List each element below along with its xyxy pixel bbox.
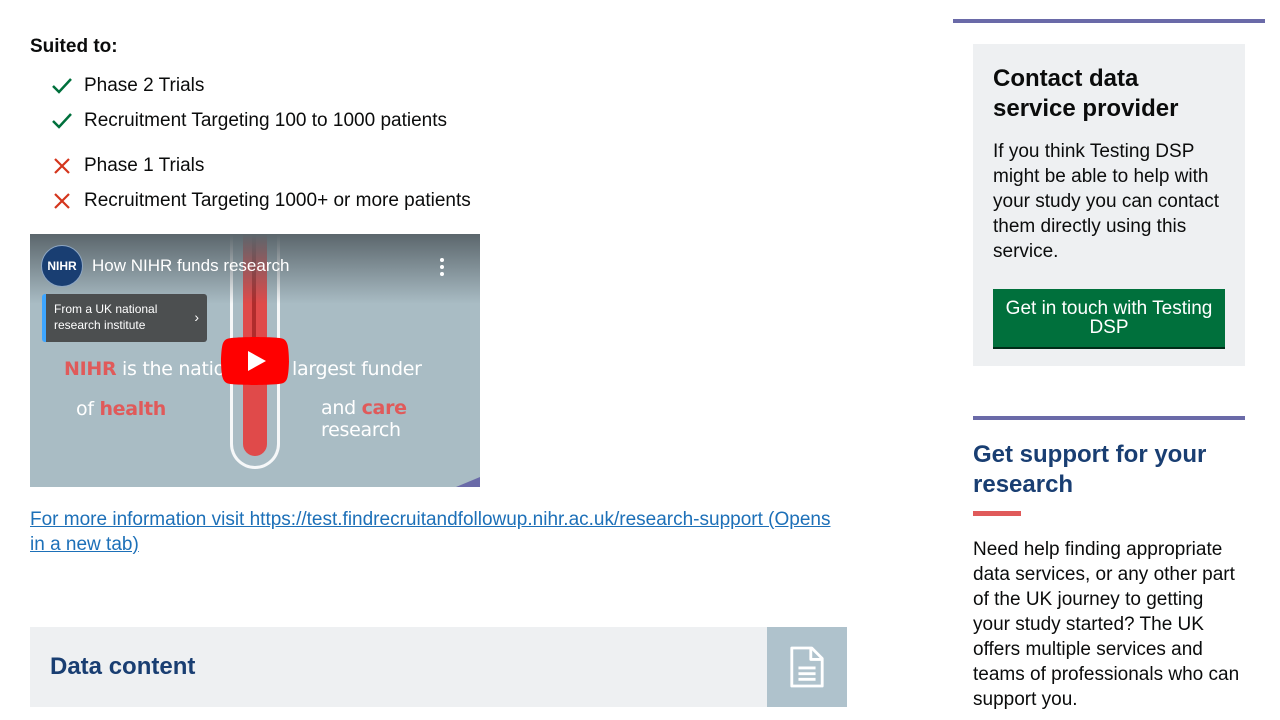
criteria-label: Recruitment Targeting 1000+ or more pati… — [84, 190, 471, 211]
sidebar-divider — [953, 19, 1265, 23]
chevron-right-icon: › — [194, 309, 199, 325]
criteria-no-item: Phase 1 Trials — [50, 154, 204, 178]
criteria-yes-item: Recruitment Targeting 100 to 1000 patien… — [50, 109, 447, 133]
cross-icon — [50, 189, 74, 213]
channel-logo[interactable]: NIHR — [41, 245, 83, 287]
play-button[interactable] — [221, 337, 289, 385]
info-card[interactable]: From a UK national research institute › — [42, 294, 207, 342]
criteria-yes-item: Phase 2 Trials — [50, 74, 204, 98]
contact-title: Contact data service provider — [993, 65, 1179, 122]
criteria-label: Phase 2 Trials — [84, 75, 205, 96]
criteria-label: Phase 1 Trials — [84, 155, 205, 176]
document-icon — [767, 627, 847, 707]
support-title: Get support for your research — [973, 441, 1207, 498]
contact-panel: Contact data service provider If you thi… — [973, 44, 1245, 366]
check-icon — [50, 109, 74, 133]
video-title[interactable]: How NIHR funds research — [92, 256, 289, 276]
support-accent-bar — [973, 511, 1021, 516]
data-content-title: Data content — [50, 653, 196, 680]
get-in-touch-button[interactable]: Get in touch with Testing DSP — [993, 289, 1225, 347]
data-content-section: Data content — [30, 627, 847, 707]
more-information-link[interactable]: For more information visit https://test.… — [30, 507, 847, 557]
video-player[interactable]: NIHR How NIHR funds research From a UK n… — [30, 234, 480, 487]
criteria-label: Recruitment Targeting 100 to 1000 patien… — [84, 110, 447, 131]
cross-icon — [50, 154, 74, 178]
check-icon — [50, 74, 74, 98]
more-options-icon[interactable] — [434, 256, 450, 278]
criteria-no-item: Recruitment Targeting 1000+ or more pati… — [50, 189, 471, 213]
support-body: Need help finding appropriate data servi… — [973, 539, 1240, 710]
contact-body: If you think Testing DSP might be able t… — [993, 141, 1220, 262]
support-divider — [973, 416, 1245, 420]
suited-to-heading: Suited to: — [30, 36, 118, 57]
